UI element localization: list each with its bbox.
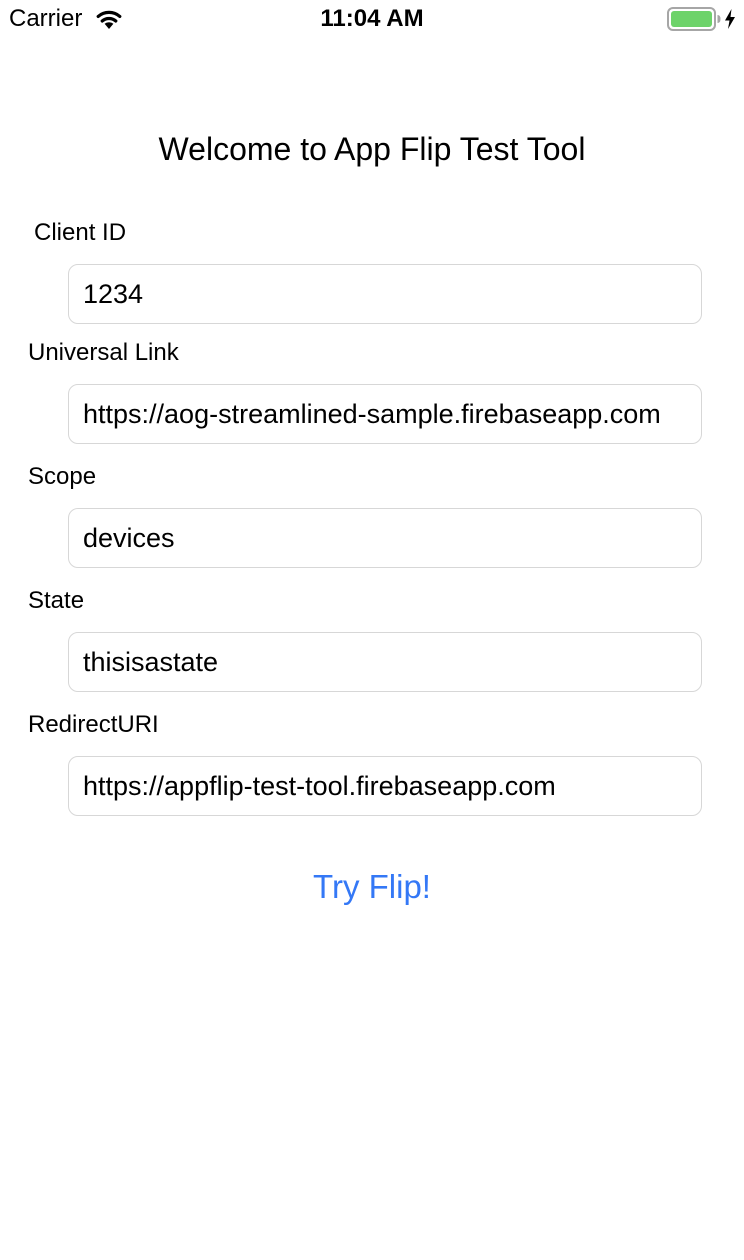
universal-link-input[interactable] xyxy=(68,384,702,444)
battery-fill xyxy=(671,11,712,27)
redirect-uri-label: RedirectURI xyxy=(28,711,159,738)
client-id-input[interactable] xyxy=(68,264,702,324)
client-id-label: Client ID xyxy=(34,219,127,246)
scope-label: Scope xyxy=(28,463,97,490)
scope-input[interactable] xyxy=(68,508,702,568)
universal-link-label: Universal Link xyxy=(28,339,179,366)
battery-indicator xyxy=(667,6,736,32)
status-time: 11:04 AM xyxy=(320,5,424,32)
status-bar: Carrier 11:04 AM xyxy=(0,0,744,40)
charging-bolt-icon xyxy=(725,9,735,29)
try-flip-button[interactable]: Try Flip! xyxy=(0,866,744,908)
battery-icon xyxy=(667,7,721,31)
redirect-uri-input[interactable] xyxy=(68,756,702,816)
state-input[interactable] xyxy=(68,632,702,692)
state-label: State xyxy=(28,587,85,614)
page-title: Welcome to App Flip Test Tool xyxy=(158,131,586,167)
